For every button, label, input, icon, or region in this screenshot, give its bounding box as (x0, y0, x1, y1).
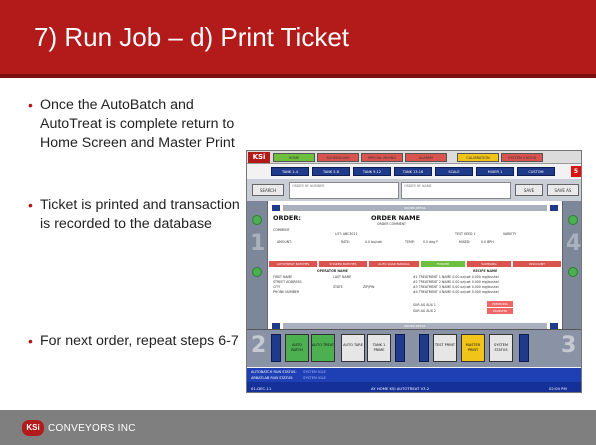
hmi-field: LOT: ABC3021 (335, 232, 358, 236)
hmi-footer-time: 02:04 PM (549, 386, 567, 391)
hmi-status-value: SYSTEM IDLE (303, 370, 326, 374)
hmi-save-button[interactable]: SAVE (515, 184, 543, 196)
hmi-order-header: ORDER DETAIL (283, 205, 547, 211)
company-logo-icon: KSi (22, 420, 44, 436)
hmi-alarms-button[interactable]: ALARMS (405, 153, 447, 162)
hmi-tab[interactable]: CUSTOM (517, 167, 555, 176)
hmi-operator-field: ZIP/PIN (363, 285, 375, 289)
hmi-blue-marker (550, 205, 558, 211)
bullet-item: Once the AutoBatch and AutoTreat is comp… (28, 96, 240, 153)
hmi-calibration-button[interactable]: CALIBRATION (457, 153, 499, 162)
hmi-alert-badge[interactable]: 5 (571, 166, 581, 177)
hmi-field: MIXED: (459, 240, 471, 244)
hmi-lane-number: 3 (561, 333, 577, 358)
hmi-master-print-button[interactable]: MASTER PRINT (461, 334, 485, 362)
hmi-home-button[interactable]: HOME (273, 153, 315, 162)
hmi-status-segment: AUTO LOAD MANUAL (369, 261, 419, 267)
hmi-lane-indicator (252, 215, 262, 225)
hmi-lane-indicator (252, 267, 262, 277)
hmi-operator-field: FIRST NAME (273, 275, 293, 279)
hmi-field: TEMP: (405, 240, 415, 244)
hmi-premixing-badge: PREMIXING (487, 301, 513, 307)
hmi-blue-marker (272, 205, 280, 211)
hmi-status-segment: SAMPLING (467, 261, 511, 267)
hmi-logo: KSi (248, 152, 270, 163)
hmi-footer-title: AY HOME KSi AUTOTREAT V3.2 (371, 386, 430, 391)
hmi-status-label: AUTOBATCH RUN STATUS: (251, 370, 297, 374)
hmi-tab[interactable]: TANK 5-8 (312, 167, 350, 176)
bullet-item: Ticket is printed and transaction is rec… (28, 196, 240, 234)
footer-logo: KSi CONVEYORS INC (22, 420, 136, 436)
hmi-tab[interactable]: TANK 1-4 (271, 167, 309, 176)
bullet-item: For next order, repeat steps 6-7 (28, 332, 240, 351)
hmi-recipe-line: #1 TREATMENT 1 NAME 0.00 oz/cwt 0.000 mg… (413, 275, 499, 279)
hmi-field: 0.0 BPH (481, 240, 494, 244)
hmi-lane-indicator (568, 267, 578, 277)
hmi-auto-treat-button[interactable]: AUTO TREAT (311, 334, 335, 362)
hmi-tab[interactable]: SCALE (435, 167, 473, 176)
hmi-order-name: ORDER NAME (371, 214, 421, 222)
hmi-save-as-button[interactable]: SAVE AS (547, 184, 579, 196)
hmi-field: VARIETY (503, 232, 517, 236)
hmi-order-label: ORDER: (273, 214, 301, 222)
hmi-recipe-line: #3 TREATMENT 3 NAME 0.00 oz/cwt 0.000 mg… (413, 285, 499, 289)
hmi-lane-number: 4 (566, 231, 582, 256)
hmi-transfer-badge: TRANSFER (487, 308, 513, 314)
hmi-tab[interactable]: TANK 13-16 (394, 167, 432, 176)
hmi-field: TEST SEED 1 (455, 232, 476, 236)
hmi-field: RATE: (341, 240, 351, 244)
hmi-system-status-lane-button[interactable]: SYSTEM STATUS (489, 334, 513, 362)
hmi-auto-batch-button[interactable]: AUTO BATCH (285, 334, 309, 362)
hmi-lane-selector[interactable] (271, 334, 281, 362)
hmi-tank-prime-button[interactable]: TANK 1 PRIME (367, 334, 391, 362)
hmi-lane-selector[interactable] (395, 334, 405, 362)
hmi-recipe-aux: SUR AG AUX 2 (413, 309, 436, 313)
hmi-status-segment: SHARED BATCHES (319, 261, 367, 267)
hmi-status-segment: FORCED (421, 261, 465, 267)
company-name: CONVEYORS INC (48, 422, 136, 434)
hmi-recipe-line: #4 TREATMENT 4 NAME 0.00 oz/cwt 0.000 mg… (413, 290, 499, 294)
hmi-operator-field: PHONE NUMBER (273, 290, 300, 294)
hmi-order-number-field[interactable]: ORDER BY NUMBER (289, 182, 399, 199)
hmi-footer-date: 01-DEC-11 (251, 386, 272, 391)
hmi-lane-indicator (568, 215, 578, 225)
hmi-test-print-button[interactable]: TEST PRINT (433, 334, 457, 362)
hmi-special-mixing-button[interactable]: SPECIAL MIXING (361, 153, 403, 162)
hmi-screenshot: KSi HOME SCHEDULING SPECIAL MIXING ALARM… (246, 150, 582, 393)
hmi-order-name-field[interactable]: ORDER BY NAME (401, 182, 511, 199)
hmi-lane-selector[interactable] (519, 334, 529, 362)
hmi-recipe-line: #2 TREATMENT 2 NAME 0.00 oz/cwt 0.000 mg… (413, 280, 499, 284)
hmi-tab[interactable]: TANK 9-12 (353, 167, 391, 176)
hmi-status-segment: AUTOTREAT BATCHES (269, 261, 317, 267)
hmi-status-segment: DISCOUNT (513, 261, 561, 267)
hmi-field: 0.0 bu/cwt (365, 240, 382, 244)
slide: 7) Run Job – d) Print Ticket Once the Au… (0, 0, 596, 445)
hmi-operator-field: STREET ADDRESS (273, 280, 302, 284)
hmi-field: COMMENT (273, 228, 290, 232)
hmi-status-value: SYSTEM IDLE (303, 376, 326, 380)
hmi-field: 0.0 deg F (423, 240, 438, 244)
hmi-auto-tare-button[interactable]: AUTO TARE (341, 334, 365, 362)
hmi-lane-number: 2 (251, 333, 267, 358)
hmi-status-label: ARBATLAB RUN STATUS: (251, 376, 294, 380)
hmi-tab[interactable]: MIXER 1 (476, 167, 514, 176)
hmi-operator-field: CITY (273, 285, 281, 289)
slide-title: 7) Run Job – d) Print Ticket (34, 22, 350, 52)
hmi-lane-selector[interactable] (419, 334, 429, 362)
title-bar: 7) Run Job – d) Print Ticket (0, 0, 596, 78)
hmi-scheduling-button[interactable]: SCHEDULING (317, 153, 359, 162)
hmi-search-button[interactable]: SEARCH (252, 184, 284, 196)
hmi-recipe-aux: SUR AG AUX 1 (413, 303, 436, 307)
hmi-recipe-header: RECIPE NAME (473, 269, 498, 273)
hmi-run-status-bar (247, 368, 581, 382)
hmi-lane-number: 1 (250, 231, 266, 256)
hmi-operator-header: OPERATOR NAME (317, 269, 348, 273)
hmi-system-status-button[interactable]: SYSTEM STATUS (501, 153, 543, 162)
hmi-operator-field: LAST NAME (333, 275, 352, 279)
hmi-field: AMOUNT: (277, 240, 292, 244)
hmi-operator-field: STATE (333, 285, 343, 289)
hmi-order-comment: ORDER COMMENT (377, 222, 407, 226)
